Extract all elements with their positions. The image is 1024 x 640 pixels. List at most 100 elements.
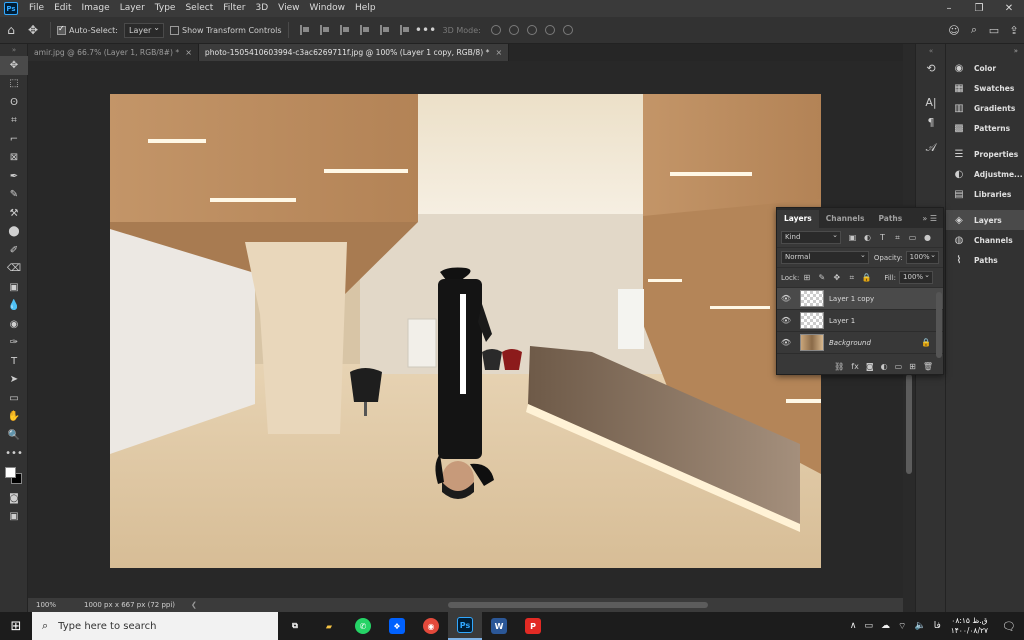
blur-tool[interactable]: 💧 bbox=[0, 297, 28, 316]
fill-input[interactable]: 100% bbox=[899, 270, 934, 284]
document-canvas[interactable] bbox=[110, 94, 821, 568]
eyedropper-tool[interactable]: ✒ bbox=[0, 167, 28, 186]
layer-row-layer-1-copy[interactable]: 👁 Layer 1 copy bbox=[777, 288, 943, 310]
blend-mode-dropdown[interactable]: Normal bbox=[781, 250, 869, 264]
volume-icon[interactable]: 🔈 bbox=[914, 621, 925, 631]
auto-select-checkbox[interactable] bbox=[57, 24, 66, 35]
align-left-icon[interactable] bbox=[299, 25, 310, 35]
visibility-eye-icon[interactable]: 👁 bbox=[777, 316, 795, 325]
opacity-input[interactable]: 100% bbox=[905, 250, 939, 264]
dropbox-icon[interactable]: ❖ bbox=[380, 612, 414, 640]
adjustment-layer-icon[interactable]: ◐ bbox=[881, 362, 888, 371]
hand-tool[interactable]: ✋ bbox=[0, 408, 28, 427]
filter-adjustment-icon[interactable]: ◐ bbox=[862, 233, 873, 242]
layer-row-background[interactable]: 👁 Background 🔒 bbox=[777, 332, 943, 354]
tab-photo[interactable]: photo-1505410603994-c3ac6269711f.jpg @ 1… bbox=[198, 44, 510, 61]
share-icon[interactable]: ⇪ bbox=[1004, 24, 1024, 37]
object-select-tool[interactable]: ⌗ bbox=[0, 112, 28, 131]
dock-layers[interactable]: ◈ Layers bbox=[946, 210, 1024, 230]
add-mask-icon[interactable]: ◙ bbox=[866, 362, 874, 371]
taskbar-search[interactable]: ⌕ Type here to search bbox=[32, 612, 278, 640]
layers-scrollbar[interactable] bbox=[936, 292, 942, 358]
dock-collapse-icon[interactable]: » bbox=[946, 44, 1024, 58]
task-view-icon[interactable]: ⧉ bbox=[278, 612, 312, 640]
move-tool-preset-icon[interactable]: ✥ bbox=[22, 23, 44, 37]
account-icon[interactable]: ☺ bbox=[944, 24, 964, 37]
move-tool[interactable]: ✥ bbox=[0, 56, 28, 75]
layer-row-layer-1[interactable]: 👁 Layer 1 bbox=[777, 310, 943, 332]
dock-libraries[interactable]: ▤ Libraries bbox=[946, 184, 1024, 204]
home-icon[interactable]: ⌂ bbox=[0, 23, 22, 37]
brush-tool[interactable]: ⚒ bbox=[0, 204, 28, 223]
filter-type-icon[interactable]: T bbox=[877, 233, 888, 242]
align-right-icon[interactable] bbox=[339, 25, 350, 35]
show-hidden-icons-icon[interactable]: ∧ bbox=[850, 621, 857, 631]
tab-channels[interactable]: Channels bbox=[819, 210, 872, 228]
photoshop-taskbar-icon[interactable]: Ps bbox=[448, 612, 482, 640]
more-options-icon[interactable]: ••• bbox=[415, 23, 437, 37]
menu-image[interactable]: Image bbox=[77, 0, 115, 17]
notifications-icon[interactable]: 🗨 bbox=[1002, 620, 1016, 633]
word-icon[interactable]: W bbox=[482, 612, 516, 640]
menu-view[interactable]: View bbox=[273, 0, 304, 17]
dock-swatches[interactable]: ▦ Swatches bbox=[946, 78, 1024, 98]
pen-tool[interactable]: ✑ bbox=[0, 334, 28, 353]
3d-scale-icon[interactable] bbox=[562, 25, 573, 35]
workspace-icon[interactable]: ▭ bbox=[984, 24, 1004, 37]
acrobat-icon[interactable]: P bbox=[516, 612, 550, 640]
menu-3d[interactable]: 3D bbox=[251, 0, 274, 17]
align-middle-icon[interactable] bbox=[379, 25, 390, 35]
minimize-button[interactable]: – bbox=[934, 0, 964, 17]
3d-drag-icon[interactable] bbox=[526, 25, 537, 35]
menu-help[interactable]: Help bbox=[350, 0, 381, 17]
gradient-tool[interactable]: ▣ bbox=[0, 278, 28, 297]
tab-close-icon[interactable]: × bbox=[185, 48, 192, 57]
dock-patterns[interactable]: ▩ Patterns bbox=[946, 118, 1024, 138]
menu-window[interactable]: Window bbox=[305, 0, 351, 17]
history-icon[interactable]: ⟲ bbox=[916, 58, 946, 78]
eraser-tool[interactable]: ⌫ bbox=[0, 260, 28, 279]
kind-filter-dropdown[interactable]: Kind bbox=[781, 230, 841, 244]
file-explorer-icon[interactable]: ▰ bbox=[312, 612, 346, 640]
menu-type[interactable]: Type bbox=[150, 0, 181, 17]
tab-close-icon[interactable]: × bbox=[495, 48, 502, 57]
lock-all-icon[interactable]: 🔒 bbox=[861, 273, 872, 282]
delete-layer-icon[interactable]: 🗑 bbox=[923, 362, 933, 371]
visibility-eye-icon[interactable]: 👁 bbox=[777, 338, 795, 347]
color-swatches[interactable] bbox=[0, 463, 28, 489]
character-icon[interactable]: A| bbox=[916, 92, 946, 112]
filter-pixel-icon[interactable]: ▣ bbox=[847, 233, 858, 242]
screen-mode-icon[interactable]: ▣ bbox=[0, 508, 28, 527]
dodge-tool[interactable]: ◉ bbox=[0, 315, 28, 334]
healing-tool[interactable]: ✎ bbox=[0, 186, 28, 205]
paragraph-icon[interactable]: ¶ bbox=[916, 112, 946, 132]
3d-orbit-icon[interactable] bbox=[490, 25, 501, 35]
auto-select-dropdown[interactable]: Layer bbox=[123, 22, 164, 38]
chrome-icon[interactable]: ◉ bbox=[414, 612, 448, 640]
3d-slide-icon[interactable] bbox=[544, 25, 555, 35]
quick-mask-icon[interactable]: ◙ bbox=[0, 489, 28, 508]
link-layers-icon[interactable]: ⛓ bbox=[834, 362, 844, 371]
horizontal-scrollbar[interactable] bbox=[448, 602, 708, 608]
edit-toolbar[interactable]: ••• bbox=[0, 445, 28, 464]
dock-adjustments[interactable]: ◐ Adjustme... bbox=[946, 164, 1024, 184]
glyphs-icon[interactable]: 𝒜 bbox=[916, 138, 946, 158]
fx-icon[interactable]: fx bbox=[851, 362, 859, 371]
frame-tool[interactable]: ⊠ bbox=[0, 149, 28, 168]
filter-smart-icon[interactable]: ▭ bbox=[907, 233, 918, 242]
3d-roll-icon[interactable] bbox=[508, 25, 519, 35]
new-group-icon[interactable]: ▭ bbox=[895, 362, 903, 371]
whatsapp-icon[interactable]: ✆ bbox=[346, 612, 380, 640]
device-icon[interactable]: ▭ bbox=[865, 621, 874, 631]
dock-channels[interactable]: ◍ Channels bbox=[946, 230, 1024, 250]
menu-edit[interactable]: Edit bbox=[49, 0, 76, 17]
document-info[interactable]: 1000 px x 667 px (72 ppi) bbox=[68, 601, 175, 609]
lock-pixels-icon[interactable]: ✎ bbox=[816, 273, 827, 282]
menu-layer[interactable]: Layer bbox=[115, 0, 150, 17]
history-brush-tool[interactable]: ✐ bbox=[0, 241, 28, 260]
tab-layers[interactable]: Layers bbox=[777, 210, 819, 228]
menu-file[interactable]: File bbox=[24, 0, 49, 17]
network-icon[interactable]: ⌔ bbox=[898, 621, 906, 632]
lock-position-icon[interactable]: ✥ bbox=[831, 273, 842, 282]
foreground-color[interactable] bbox=[5, 467, 16, 478]
